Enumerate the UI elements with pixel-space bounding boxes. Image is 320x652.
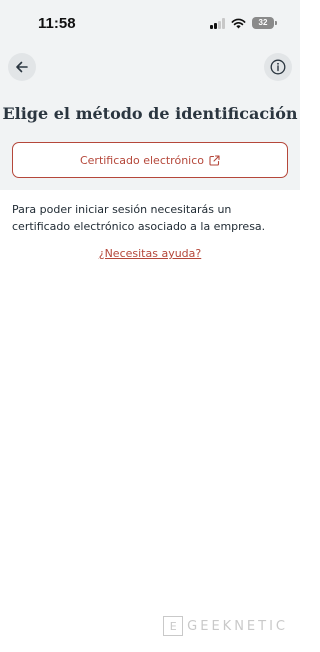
- status-icons: 32: [210, 17, 277, 29]
- watermark-logo: E: [163, 616, 184, 636]
- battery-icon: 32: [252, 17, 277, 29]
- help-link[interactable]: ¿Necesitas ayuda?: [0, 247, 300, 260]
- electronic-certificate-button[interactable]: Certificado electrónico: [12, 142, 288, 178]
- wifi-icon: [231, 18, 246, 28]
- status-bar: 11:58 32: [0, 0, 300, 48]
- description-text: Para poder iniciar sesión necesitarás un…: [12, 203, 266, 233]
- watermark: E GEEKNETIC: [163, 616, 288, 636]
- page-title: Elige el método de identificación: [2, 104, 298, 123]
- info-icon: [270, 59, 286, 75]
- external-link-icon: [209, 154, 220, 166]
- cellular-signal-icon: [210, 17, 225, 29]
- arrow-left-icon: [16, 61, 28, 73]
- info-button[interactable]: [264, 53, 292, 81]
- back-button[interactable]: [8, 53, 36, 81]
- watermark-text: GEEKNETIC: [187, 618, 288, 634]
- status-time: 11:58: [38, 15, 76, 32]
- electronic-certificate-label: Certificado electrónico: [79, 153, 205, 167]
